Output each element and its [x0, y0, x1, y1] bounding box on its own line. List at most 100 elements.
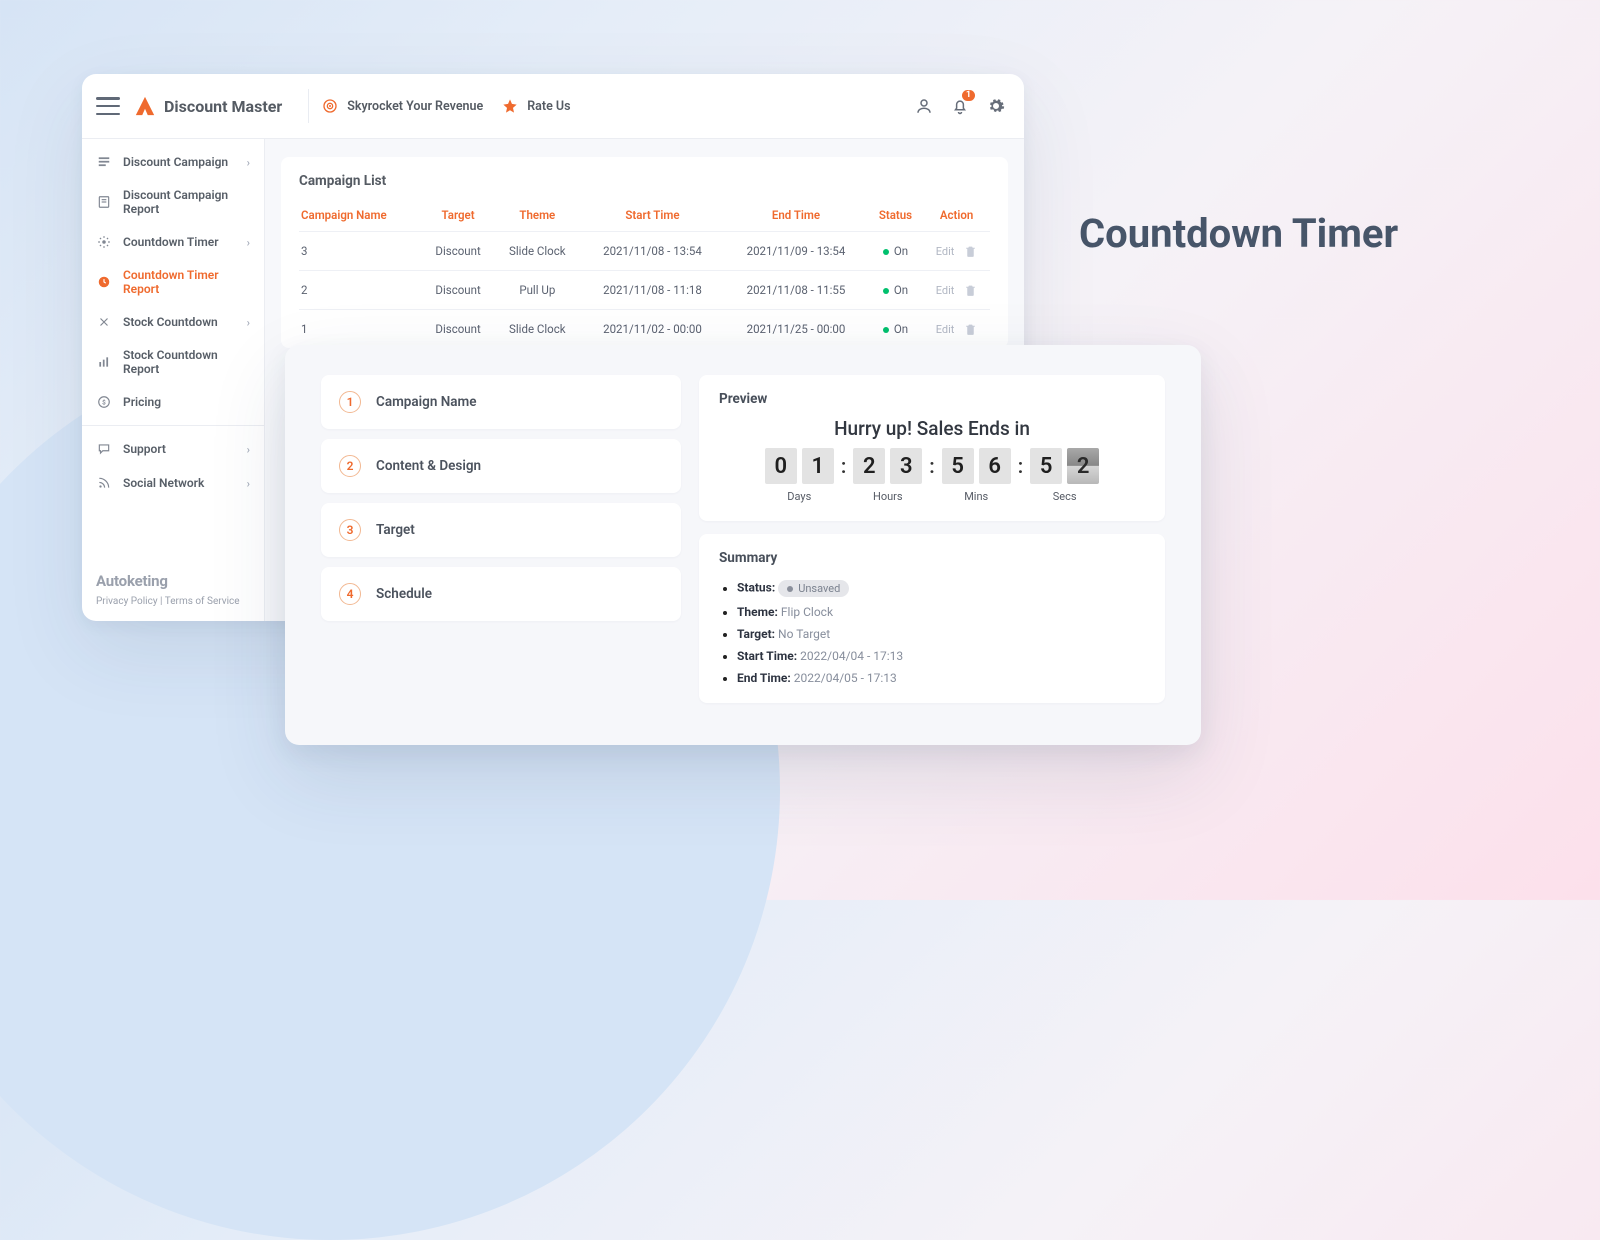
status-badge: Unsaved: [778, 580, 849, 597]
step-number: 1: [339, 391, 361, 413]
cell-end: 2021/11/25 - 00:00: [724, 310, 868, 349]
config-card: 1Campaign Name2Content & Design3Target4S…: [285, 345, 1201, 745]
sidebar-item-support[interactable]: Support ›: [82, 432, 264, 466]
footer-links[interactable]: Privacy Policy | Terms of Service: [96, 596, 250, 607]
cell-start: 2021/11/02 - 00:00: [581, 310, 725, 349]
sidebar-item-countdown-report[interactable]: Countdown Timer Report ›: [82, 259, 264, 305]
digit-secs-0: 5: [1030, 448, 1062, 484]
digit-hours-0: 2: [853, 448, 885, 484]
sidebar-item-discount-campaign[interactable]: Discount Campaign ›: [82, 145, 264, 179]
target-icon: [321, 97, 339, 115]
chevron-right-icon: ›: [247, 156, 250, 169]
cell-theme: Slide Clock: [494, 310, 581, 349]
col-theme: Theme: [494, 199, 581, 232]
chevron-right-icon: ›: [247, 443, 250, 456]
bar-icon: [96, 354, 112, 370]
cell-theme: Slide Clock: [494, 232, 581, 271]
sidebar-label: Countdown Timer: [123, 235, 219, 249]
step-label: Schedule: [376, 586, 432, 602]
footer-brand: Autoketing: [96, 572, 250, 590]
summary-panel: Summary Status: Unsaved Theme:Flip Clock…: [699, 534, 1165, 703]
topbar: Discount Master Skyrocket Your Revenue R…: [82, 74, 1024, 139]
rss-icon: [96, 475, 112, 491]
label-hours: Hours: [873, 490, 903, 503]
settings-button[interactable]: [978, 88, 1014, 124]
cell-name: 1: [299, 310, 422, 349]
delete-button[interactable]: [964, 323, 977, 336]
col-status: Status: [868, 199, 923, 232]
delete-button[interactable]: [964, 284, 977, 297]
sidebar-item-social[interactable]: Social Network ›: [82, 466, 264, 500]
digit-mins-1: 6: [979, 448, 1011, 484]
digit-days-0: 0: [765, 448, 797, 484]
cell-status: On: [868, 232, 923, 271]
sidebar-item-pricing[interactable]: $ Pricing ›: [82, 385, 264, 419]
cell-target: Discount: [422, 310, 494, 349]
edit-button[interactable]: Edit: [936, 323, 955, 336]
sidebar-label: Pricing: [123, 395, 161, 409]
summary-end: End Time:2022/04/05 - 17:13: [737, 671, 1145, 685]
status-dot-icon: [883, 288, 889, 294]
edit-button[interactable]: Edit: [936, 245, 955, 258]
steps-column: 1Campaign Name 2Content & Design 3 Target 4S…: [321, 375, 681, 715]
summary-theme: Theme:Flip Clock: [737, 605, 1145, 619]
brand-name: Discount Master: [164, 97, 282, 116]
digit-secs-1: 2: [1067, 448, 1099, 484]
summary-start: Start Time:2022/04/04 - 17:13: [737, 649, 1145, 663]
tools-icon: [96, 314, 112, 330]
sidebar-label: Social Network: [123, 476, 204, 490]
sidebar-label: Discount Campaign: [123, 155, 228, 169]
status-dot-icon: [883, 327, 889, 333]
digit-hours-1: 3: [890, 448, 922, 484]
edit-button[interactable]: Edit: [936, 284, 955, 297]
chevron-right-icon: ›: [247, 477, 250, 490]
clock-icon: [96, 274, 112, 290]
step-number: 3: [339, 519, 361, 541]
preview-panel: Preview Hurry up! Sales Ends in 0 1 Days…: [699, 375, 1165, 521]
preview-title: Preview: [719, 391, 1145, 407]
dollar-icon: $: [96, 394, 112, 410]
campaign-list-card: Campaign List Campaign Name Target Theme…: [281, 157, 1008, 348]
label-days: Days: [787, 490, 811, 503]
menu-toggle-button[interactable]: [96, 97, 120, 115]
list-icon: [96, 154, 112, 170]
cell-target: Discount: [422, 271, 494, 310]
step-number: 4: [339, 583, 361, 605]
table-row: 3DiscountSlide Clock2021/11/08 - 13:5420…: [299, 232, 990, 271]
col-end: End Time: [724, 199, 868, 232]
summary-status: Status: Unsaved: [737, 580, 1145, 597]
sidebar-footer: Autoketing Privacy Policy | Terms of Ser…: [82, 562, 264, 621]
preview-heading: Hurry up! Sales Ends in: [719, 417, 1145, 440]
skyrocket-revenue-link[interactable]: Skyrocket Your Revenue: [321, 97, 483, 115]
notifications-button[interactable]: 1: [942, 88, 978, 124]
step-schedule[interactable]: 4 Schedule: [321, 567, 681, 621]
profile-button[interactable]: [906, 88, 942, 124]
step-label: Content & Design: [376, 458, 481, 474]
campaign-table: Campaign Name Target Theme Start Time En…: [299, 199, 990, 348]
col-start: Start Time: [581, 199, 725, 232]
col-action: Action: [923, 199, 990, 232]
step-target[interactable]: 3 Target: [321, 503, 681, 557]
sidebar-item-discount-report[interactable]: Discount Campaign Report ›: [82, 179, 264, 225]
campaign-list-title: Campaign List: [299, 173, 990, 189]
delete-button[interactable]: [964, 245, 977, 258]
sidebar-label: Stock Countdown: [123, 315, 218, 329]
table-row: 1DiscountSlide Clock2021/11/02 - 00:0020…: [299, 310, 990, 349]
star-icon: [501, 97, 519, 115]
step-campaign-name[interactable]: 1Campaign Name: [321, 375, 681, 429]
sidebar-item-stock-report[interactable]: Stock Countdown Report ›: [82, 339, 264, 385]
sidebar-item-stock-countdown[interactable]: Stock Countdown ›: [82, 305, 264, 339]
cell-start: 2021/11/08 - 13:54: [581, 232, 725, 271]
digit-mins-0: 5: [942, 448, 974, 484]
page-hero-title: Countdown Timer: [1079, 210, 1398, 257]
sidebar: Discount Campaign › Discount Campaign Re…: [82, 139, 265, 621]
rate-us-link[interactable]: Rate Us: [501, 97, 570, 115]
step-content-design[interactable]: 2Content & Design: [321, 439, 681, 493]
cell-status: On: [868, 271, 923, 310]
cell-end: 2021/11/09 - 13:54: [724, 232, 868, 271]
step-label: Target: [376, 522, 415, 538]
sidebar-label: Countdown Timer Report: [123, 268, 250, 296]
cell-target: Discount: [422, 232, 494, 271]
sidebar-item-countdown-timer[interactable]: Countdown Timer ›: [82, 225, 264, 259]
cell-name: 3: [299, 232, 422, 271]
